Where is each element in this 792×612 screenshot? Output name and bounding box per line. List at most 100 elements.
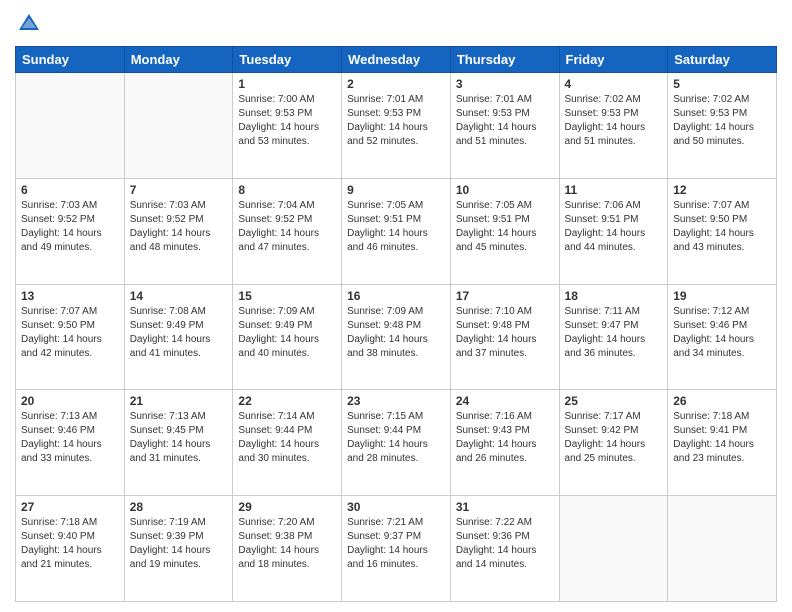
calendar-cell: 2 Sunrise: 7:01 AMSunset: 9:53 PMDaylight…: [342, 73, 451, 179]
day-number: 11: [565, 183, 663, 197]
cell-details: Sunrise: 7:22 AMSunset: 9:36 PMDaylight:…: [456, 516, 554, 572]
calendar-cell: 21 Sunrise: 7:13 AMSunset: 9:45 PMDayligh…: [124, 390, 233, 496]
calendar-cell: 14 Sunrise: 7:08 AMSunset: 9:49 PMDayligh…: [124, 284, 233, 390]
logo: [15, 10, 47, 38]
day-number: 19: [673, 289, 771, 303]
cell-details: Sunrise: 7:19 AMSunset: 9:39 PMDaylight:…: [130, 516, 228, 572]
day-number: 10: [456, 183, 554, 197]
cell-details: Sunrise: 7:07 AMSunset: 9:50 PMDaylight:…: [21, 305, 119, 361]
cell-details: Sunrise: 7:16 AMSunset: 9:43 PMDaylight:…: [456, 410, 554, 466]
day-number: 21: [130, 394, 228, 408]
weekday-header: Saturday: [668, 47, 777, 73]
day-number: 25: [565, 394, 663, 408]
cell-details: Sunrise: 7:13 AMSunset: 9:45 PMDaylight:…: [130, 410, 228, 466]
cell-details: Sunrise: 7:12 AMSunset: 9:46 PMDaylight:…: [673, 305, 771, 361]
cell-details: Sunrise: 7:09 AMSunset: 9:48 PMDaylight:…: [347, 305, 445, 361]
day-number: 26: [673, 394, 771, 408]
calendar-cell: 30 Sunrise: 7:21 AMSunset: 9:37 PMDayligh…: [342, 496, 451, 602]
day-number: 7: [130, 183, 228, 197]
day-number: 3: [456, 77, 554, 91]
logo-icon: [15, 10, 43, 38]
day-number: 12: [673, 183, 771, 197]
calendar-cell: 28 Sunrise: 7:19 AMSunset: 9:39 PMDayligh…: [124, 496, 233, 602]
cell-details: Sunrise: 7:06 AMSunset: 9:51 PMDaylight:…: [565, 199, 663, 255]
calendar-cell: 5 Sunrise: 7:02 AMSunset: 9:53 PMDaylight…: [668, 73, 777, 179]
cell-details: Sunrise: 7:04 AMSunset: 9:52 PMDaylight:…: [238, 199, 336, 255]
weekday-header: Friday: [559, 47, 668, 73]
day-number: 18: [565, 289, 663, 303]
cell-details: Sunrise: 7:18 AMSunset: 9:41 PMDaylight:…: [673, 410, 771, 466]
calendar-cell: 15 Sunrise: 7:09 AMSunset: 9:49 PMDayligh…: [233, 284, 342, 390]
calendar-cell: 27 Sunrise: 7:18 AMSunset: 9:40 PMDayligh…: [16, 496, 125, 602]
day-number: 6: [21, 183, 119, 197]
calendar-cell: 24 Sunrise: 7:16 AMSunset: 9:43 PMDayligh…: [450, 390, 559, 496]
cell-details: Sunrise: 7:14 AMSunset: 9:44 PMDaylight:…: [238, 410, 336, 466]
calendar-week-row: 20Sunrise: 7:13 AMSunset: 9:46 PMDayligh…: [16, 390, 777, 496]
calendar-cell: 12Sunrise: 7:07 AMSunset: 9:50 PMDayligh…: [668, 178, 777, 284]
day-number: 29: [238, 500, 336, 514]
calendar-cell: 7 Sunrise: 7:03 AMSunset: 9:52 PMDaylight…: [124, 178, 233, 284]
cell-details: Sunrise: 7:01 AMSunset: 9:53 PMDaylight:…: [456, 93, 554, 149]
calendar-cell: 25 Sunrise: 7:17 AMSunset: 9:42 PMDayligh…: [559, 390, 668, 496]
calendar-cell: 13 Sunrise: 7:07 AMSunset: 9:50 PMDayligh…: [16, 284, 125, 390]
calendar-cell: [124, 73, 233, 179]
cell-details: Sunrise: 7:03 AMSunset: 9:52 PMDaylight:…: [130, 199, 228, 255]
day-number: 5: [673, 77, 771, 91]
cell-details: Sunrise: 7:17 AMSunset: 9:42 PMDaylight:…: [565, 410, 663, 466]
day-number: 27: [21, 500, 119, 514]
cell-details: Sunrise: 7:15 AMSunset: 9:44 PMDaylight:…: [347, 410, 445, 466]
cell-details: Sunrise: 7:20 AMSunset: 9:38 PMDaylight:…: [238, 516, 336, 572]
day-number: 17: [456, 289, 554, 303]
calendar-week-row: 6 Sunrise: 7:03 AMSunset: 9:52 PMDaylight…: [16, 178, 777, 284]
cell-details: Sunrise: 7:01 AMSunset: 9:53 PMDaylight:…: [347, 93, 445, 149]
day-number: 22: [238, 394, 336, 408]
day-number: 1: [238, 77, 336, 91]
cell-details: Sunrise: 7:05 AMSunset: 9:51 PMDaylight:…: [456, 199, 554, 255]
cell-details: Sunrise: 7:08 AMSunset: 9:49 PMDaylight:…: [130, 305, 228, 361]
day-number: 2: [347, 77, 445, 91]
calendar-cell: 18 Sunrise: 7:11 AMSunset: 9:47 PMDayligh…: [559, 284, 668, 390]
weekday-header: Tuesday: [233, 47, 342, 73]
cell-details: Sunrise: 7:02 AMSunset: 9:53 PMDaylight:…: [673, 93, 771, 149]
day-number: 15: [238, 289, 336, 303]
calendar-cell: 29 Sunrise: 7:20 AMSunset: 9:38 PMDayligh…: [233, 496, 342, 602]
calendar-cell: [559, 496, 668, 602]
day-number: 31: [456, 500, 554, 514]
calendar-cell: 22 Sunrise: 7:14 AMSunset: 9:44 PMDayligh…: [233, 390, 342, 496]
day-number: 13: [21, 289, 119, 303]
calendar-cell: 11 Sunrise: 7:06 AMSunset: 9:51 PMDayligh…: [559, 178, 668, 284]
calendar-cell: 8 Sunrise: 7:04 AMSunset: 9:52 PMDaylight…: [233, 178, 342, 284]
day-number: 4: [565, 77, 663, 91]
cell-details: Sunrise: 7:05 AMSunset: 9:51 PMDaylight:…: [347, 199, 445, 255]
cell-details: Sunrise: 7:03 AMSunset: 9:52 PMDaylight:…: [21, 199, 119, 255]
calendar-cell: 19 Sunrise: 7:12 AMSunset: 9:46 PMDayligh…: [668, 284, 777, 390]
calendar-cell: 4Sunrise: 7:02 AMSunset: 9:53 PMDaylight…: [559, 73, 668, 179]
header: [15, 10, 777, 38]
calendar-cell: 31 Sunrise: 7:22 AMSunset: 9:36 PMDayligh…: [450, 496, 559, 602]
cell-details: Sunrise: 7:00 AMSunset: 9:53 PMDaylight:…: [238, 93, 336, 149]
day-number: 8: [238, 183, 336, 197]
cell-details: Sunrise: 7:18 AMSunset: 9:40 PMDaylight:…: [21, 516, 119, 572]
day-number: 30: [347, 500, 445, 514]
day-number: 28: [130, 500, 228, 514]
cell-details: Sunrise: 7:09 AMSunset: 9:49 PMDaylight:…: [238, 305, 336, 361]
calendar-cell: [16, 73, 125, 179]
weekday-header: Wednesday: [342, 47, 451, 73]
calendar-cell: [668, 496, 777, 602]
calendar-table: SundayMondayTuesdayWednesdayThursdayFrid…: [15, 46, 777, 602]
calendar-cell: 9Sunrise: 7:05 AMSunset: 9:51 PMDaylight…: [342, 178, 451, 284]
cell-details: Sunrise: 7:11 AMSunset: 9:47 PMDaylight:…: [565, 305, 663, 361]
day-number: 23: [347, 394, 445, 408]
cell-details: Sunrise: 7:21 AMSunset: 9:37 PMDaylight:…: [347, 516, 445, 572]
day-number: 14: [130, 289, 228, 303]
day-number: 24: [456, 394, 554, 408]
page: SundayMondayTuesdayWednesdayThursdayFrid…: [0, 0, 792, 612]
weekday-header: Sunday: [16, 47, 125, 73]
weekday-header: Monday: [124, 47, 233, 73]
calendar-cell: 23 Sunrise: 7:15 AMSunset: 9:44 PMDayligh…: [342, 390, 451, 496]
cell-details: Sunrise: 7:10 AMSunset: 9:48 PMDaylight:…: [456, 305, 554, 361]
calendar-cell: 3 Sunrise: 7:01 AMSunset: 9:53 PMDaylight…: [450, 73, 559, 179]
calendar-cell: 6 Sunrise: 7:03 AMSunset: 9:52 PMDaylight…: [16, 178, 125, 284]
calendar-cell: 1 Sunrise: 7:00 AMSunset: 9:53 PMDaylight…: [233, 73, 342, 179]
calendar-cell: 17 Sunrise: 7:10 AMSunset: 9:48 PMDayligh…: [450, 284, 559, 390]
